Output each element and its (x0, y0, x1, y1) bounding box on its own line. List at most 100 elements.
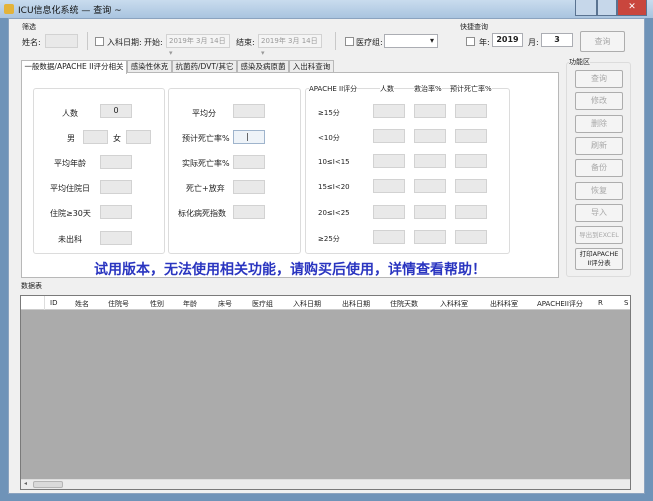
apache-rescue-field (414, 129, 446, 143)
apache-rescue-field (414, 205, 446, 219)
trial-notice: 试用版本，无法使用相关功能，请购买后使用，详情查看帮助！ (94, 262, 486, 278)
column-header[interactable]: 出科日期 (342, 299, 370, 309)
column-header[interactable]: 住院号 (108, 299, 129, 309)
pred-mortality-label: 预计死亡率% (182, 134, 230, 143)
medical-group-select[interactable]: ▾ (384, 34, 438, 48)
column-header[interactable]: 住院天数 (390, 299, 418, 309)
medical-group-checkbox[interactable] (345, 37, 354, 46)
male-field (83, 130, 108, 144)
medical-group-label: 医疗组: (356, 38, 383, 47)
general-data-group (33, 88, 165, 254)
pred-mortality-header: 预计死亡率% (450, 84, 492, 94)
avg-stay-label: 平均住院日 (50, 184, 90, 193)
column-header[interactable]: S (624, 299, 628, 307)
apache-rescue-field (414, 230, 446, 244)
end-label: 结束: (236, 38, 255, 47)
apache-row-label: 10≤I<15 (318, 158, 350, 166)
start-date-picker[interactable]: 2019年 3月 14日 ▾ (166, 34, 230, 57)
restore-button[interactable]: 恢复 (575, 181, 623, 200)
title-bar: ICU信息化系统 — 查询 ~ ✕ (0, 0, 653, 18)
avg-age-field (100, 155, 132, 169)
tab-general-apache[interactable]: 一般数据/APACHE II评分相关 (21, 60, 127, 74)
data-grid[interactable] (20, 295, 631, 490)
divider (335, 32, 336, 50)
pred-mortality-field[interactable]: | (233, 130, 265, 144)
quick-query-button[interactable]: 查询 (580, 31, 625, 52)
apache-pred-field (455, 154, 487, 168)
import-button[interactable]: 导入 (575, 203, 623, 222)
apache-pred-field (455, 129, 487, 143)
window-title: ICU信息化系统 — 查询 ~ (18, 6, 122, 16)
scrollbar-thumb[interactable] (33, 481, 63, 488)
apache-count-field (373, 179, 405, 193)
column-header[interactable]: 年龄 (183, 299, 197, 309)
actual-mortality-label: 实际死亡率% (182, 159, 230, 168)
end-date-value: 2019年 3月 14日 (261, 37, 318, 45)
apache-row-label: <10分 (318, 134, 340, 142)
std-mortality-field (233, 205, 265, 219)
death-abandon-label: 死亡+放弃 (186, 184, 225, 193)
end-date-picker[interactable]: 2019年 3月 14日 ▾ (258, 34, 322, 57)
divider (87, 32, 88, 50)
start-date-value: 2019年 3月 14日 (169, 37, 226, 45)
avg-score-label: 平均分 (192, 109, 216, 118)
admit-date-checkbox[interactable] (95, 37, 104, 46)
column-header[interactable]: ID (50, 299, 57, 307)
apache-count-field (373, 154, 405, 168)
apache-pred-field (455, 230, 487, 244)
stay30-field (100, 205, 132, 219)
female-label: 女 (113, 134, 121, 143)
year-input[interactable]: 2019 (492, 33, 523, 47)
column-header[interactable]: 姓名 (75, 299, 89, 309)
name-input[interactable] (45, 34, 78, 48)
maximize-button[interactable] (597, 0, 617, 16)
chevron-down-icon: ▾ (429, 36, 434, 45)
quick-query-label: 快捷查询 (460, 23, 488, 31)
apache-row-label: ≥25分 (318, 235, 340, 243)
row-header-corner (21, 296, 45, 310)
admit-date-label: 入科日期: (107, 38, 142, 47)
filter-group-label: 筛选 (22, 23, 36, 31)
column-header[interactable]: 出科科室 (490, 299, 518, 309)
count-field: 0 (100, 104, 132, 118)
apache-count-field (373, 129, 405, 143)
column-header[interactable]: 床号 (218, 299, 232, 309)
refresh-button[interactable]: 刷新 (575, 136, 623, 155)
column-header[interactable]: 医疗组 (252, 299, 273, 309)
apache-row-label: ≥15分 (318, 109, 340, 117)
month-label: 月: (528, 38, 539, 47)
avg-stay-field (100, 180, 132, 194)
close-button[interactable]: ✕ (617, 0, 647, 16)
data-table-label: 数据表 (21, 282, 42, 290)
apache-row-label: 15≤I<20 (318, 183, 350, 191)
count-header: 人数 (380, 84, 394, 94)
count-label: 人数 (62, 109, 78, 118)
month-input[interactable]: 3 (541, 33, 573, 47)
query-button[interactable]: 查询 (575, 70, 623, 88)
avg-age-label: 平均年龄 (54, 159, 86, 168)
function-area-label: 功能区 (569, 57, 590, 67)
print-apache-button[interactable]: 打印APACHE II评分表 (575, 248, 623, 271)
export-excel-button[interactable]: 导出到EXCEL (575, 226, 623, 245)
apache-rescue-field (414, 104, 446, 118)
male-label: 男 (67, 134, 75, 143)
year-label: 年: (479, 38, 490, 47)
quick-query-checkbox[interactable] (466, 37, 475, 46)
horizontal-scrollbar[interactable]: ◂ (21, 479, 630, 489)
column-header[interactable]: R (598, 299, 603, 307)
column-header[interactable]: 入科科室 (440, 299, 468, 309)
delete-button[interactable]: 删除 (575, 114, 623, 133)
avg-score-field (233, 104, 265, 118)
apache-pred-field (455, 179, 487, 193)
modify-button[interactable]: 修改 (575, 92, 623, 111)
column-header[interactable]: 入科日期 (293, 299, 321, 309)
column-header[interactable]: APACHEII评分 (537, 299, 583, 309)
apache-count-field (373, 230, 405, 244)
apache-pred-field (455, 104, 487, 118)
app-icon (4, 4, 14, 14)
scroll-left-icon[interactable]: ◂ (24, 480, 27, 487)
column-header[interactable]: 性别 (150, 299, 164, 309)
minimize-button[interactable] (575, 0, 597, 16)
apache-rescue-field (414, 154, 446, 168)
backup-button[interactable]: 备份 (575, 159, 623, 178)
